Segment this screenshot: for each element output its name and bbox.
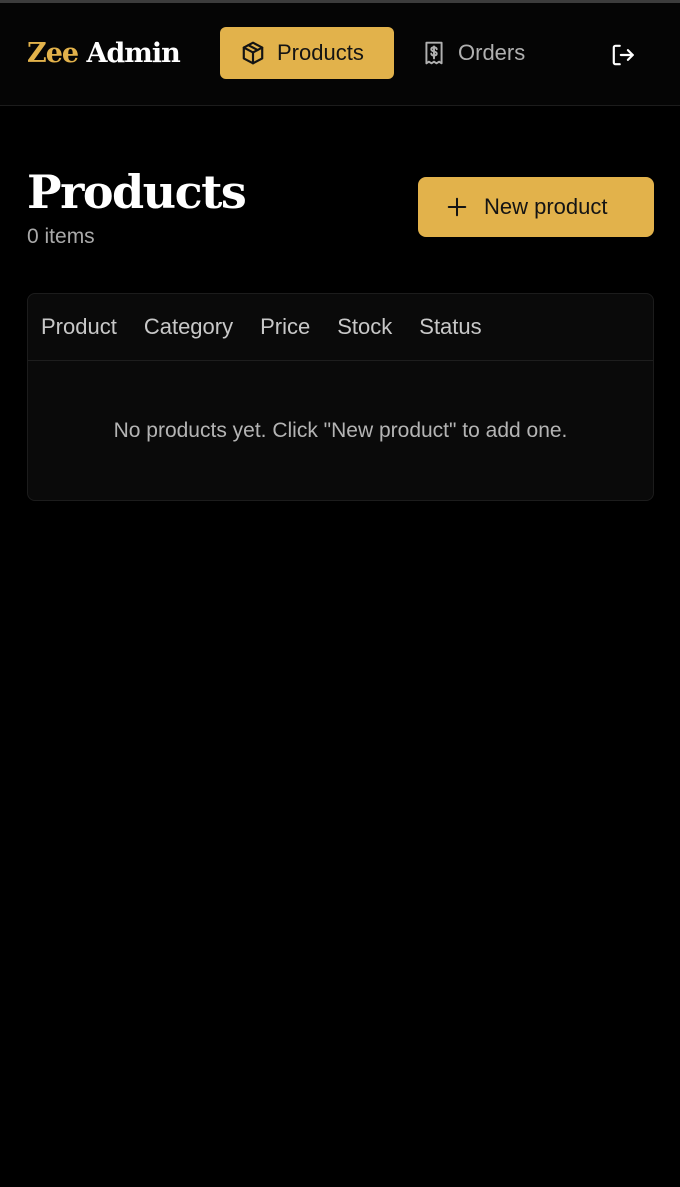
nav-tab-products[interactable]: Products [220, 27, 394, 79]
brand-logo[interactable]: Zee Admin [27, 36, 181, 72]
nav-tab-orders[interactable]: Orders [405, 27, 555, 79]
nav-tab-products-label: Products [277, 40, 364, 65]
new-product-button[interactable]: New product [418, 177, 654, 237]
column-header-status[interactable]: Status [419, 314, 481, 340]
empty-state-message: No products yet. Click "New product" to … [113, 419, 568, 442]
top-nav-bar: Zee Admin Products Orders [0, 3, 680, 106]
column-header-product[interactable]: Product [41, 314, 117, 340]
receipt-dollar-icon [421, 40, 447, 66]
page-title: Products [27, 165, 247, 219]
table-header-row: Product Category Price Stock Status [28, 294, 653, 361]
nav-tab-orders-label: Orders [458, 40, 526, 65]
package-icon [240, 40, 266, 66]
products-table: Product Category Price Stock Status No p… [27, 293, 654, 501]
item-count: 0 items [27, 225, 95, 248]
new-product-button-label: New product [484, 194, 608, 219]
column-header-price[interactable]: Price [260, 314, 310, 340]
brand-accent-text: Zee [27, 38, 79, 69]
logout-button[interactable] [608, 40, 638, 70]
plus-icon [446, 196, 468, 218]
logout-icon [610, 42, 636, 68]
brand-rest-text: Admin [86, 38, 180, 69]
column-header-category[interactable]: Category [144, 314, 233, 340]
column-header-stock[interactable]: Stock [337, 314, 392, 340]
